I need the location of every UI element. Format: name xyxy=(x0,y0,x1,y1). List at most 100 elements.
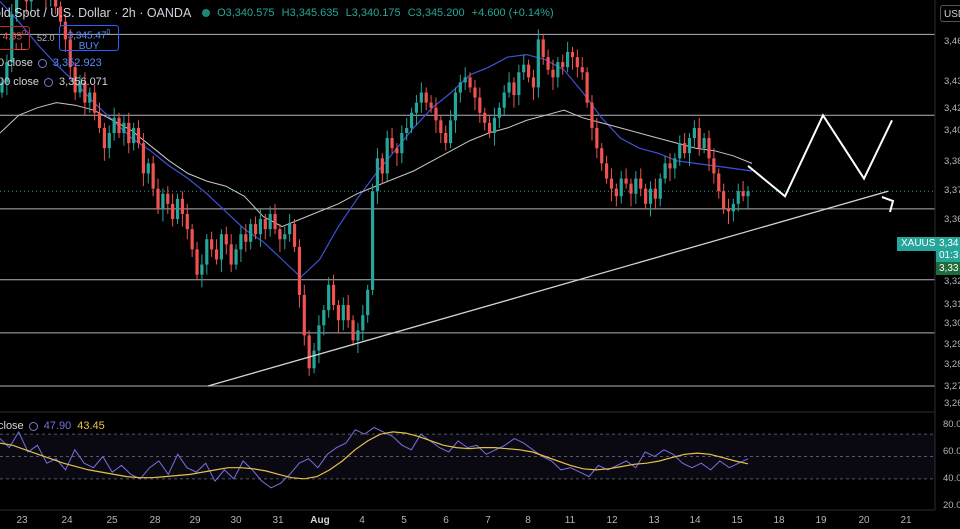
candle-body xyxy=(595,127,599,149)
price-axis-label: 3,42 xyxy=(944,103,960,114)
candle-body xyxy=(687,138,692,154)
candle-body xyxy=(668,163,672,169)
buy-price-sup: 0 xyxy=(106,29,111,36)
currency-button[interactable]: USD xyxy=(940,5,960,22)
time-axis-label: 12 xyxy=(606,515,618,526)
candle-body xyxy=(585,72,589,103)
candle-body xyxy=(141,143,145,174)
sell-button[interactable]: 4.950 LL xyxy=(0,26,30,54)
candle-body xyxy=(570,52,575,58)
candle-body xyxy=(653,188,657,199)
candle-body xyxy=(385,138,389,174)
candle-body xyxy=(644,188,648,204)
candles xyxy=(0,0,750,376)
change-value: +4.600 (+0.14%) xyxy=(471,7,554,19)
sell-price-sup: 0 xyxy=(22,30,26,37)
candle-body xyxy=(526,64,531,78)
candle-body xyxy=(239,234,243,250)
ma-fast-legend[interactable]: 0 close 3,352.923 xyxy=(0,57,102,69)
candle-body xyxy=(336,305,341,321)
candle-body xyxy=(341,305,345,321)
candle-body xyxy=(458,82,462,93)
candle-body xyxy=(444,133,448,144)
settings-icon[interactable] xyxy=(37,58,47,68)
candle-body xyxy=(97,112,102,128)
candle-body xyxy=(190,229,194,250)
last-price: 3,34 xyxy=(939,238,959,249)
candle-body xyxy=(327,284,331,311)
time-axis-label: 28 xyxy=(149,515,161,526)
candle-body xyxy=(93,92,97,113)
candle-body xyxy=(629,183,633,194)
time-axis-label: 24 xyxy=(61,515,73,526)
candle-body xyxy=(429,102,433,108)
buy-button[interactable]: 3,345.470 BUY xyxy=(59,25,119,52)
candle-body xyxy=(614,188,618,197)
candle-body xyxy=(575,57,579,68)
ma-slow-legend[interactable]: 00 close 3,356.071 xyxy=(0,76,108,88)
sell-label: LL xyxy=(14,42,26,54)
candle-body xyxy=(483,112,487,123)
low-value: L3,340.175 xyxy=(345,7,401,19)
candle-body xyxy=(24,0,28,2)
time-axis-label: 7 xyxy=(485,515,491,526)
settings-icon[interactable] xyxy=(28,421,38,431)
candle-body xyxy=(624,178,628,184)
rsi-value: 47.90 xyxy=(43,420,72,432)
candle-body xyxy=(731,203,735,212)
ohlc-readout: O3,340.575 H3,345.635 L3,340.175 C3,345.… xyxy=(202,7,558,19)
candle-body xyxy=(517,72,521,96)
candle-body xyxy=(453,92,458,121)
spread-value: 52.0 xyxy=(37,33,55,43)
candle-body xyxy=(736,191,740,204)
time-axis-label: 13 xyxy=(648,515,660,526)
settings-icon[interactable] xyxy=(43,77,53,87)
candle-body xyxy=(185,213,189,230)
candle-body xyxy=(88,92,92,103)
open-value: O3,340.575 xyxy=(217,7,275,19)
time-axis-label: 29 xyxy=(189,515,201,526)
candle-body xyxy=(580,67,584,73)
candle-body xyxy=(224,234,228,245)
candle-body xyxy=(161,193,165,209)
rsi-label: close xyxy=(0,420,24,432)
price-axis-label: 3,32 xyxy=(944,276,960,287)
candle-body xyxy=(229,244,233,265)
candle-body xyxy=(512,82,516,96)
candle-body xyxy=(492,117,497,133)
rsi-ma-value: 43.45 xyxy=(77,420,105,432)
chart-title: old Spot / U.S. Dollar · 2h · OANDA xyxy=(0,6,192,20)
candle-body xyxy=(522,64,526,73)
candle-body xyxy=(312,350,316,369)
time-axis-label: 31 xyxy=(272,515,284,526)
candle-body xyxy=(658,178,662,199)
candle-body xyxy=(292,224,297,247)
rsi-axis-label: 20.0 xyxy=(943,500,960,511)
rsi-legend[interactable]: close 47.90 43.45 xyxy=(0,420,105,432)
time-axis-label: 30 xyxy=(230,515,242,526)
candle-body xyxy=(302,294,306,336)
candle-body xyxy=(244,234,248,242)
candle-body xyxy=(409,112,414,128)
candle-body xyxy=(171,203,175,220)
candle-body xyxy=(565,52,570,68)
candle-body xyxy=(473,87,477,98)
candle-body xyxy=(746,191,750,197)
rsi-axis-label: 80.0 xyxy=(943,419,960,430)
candle-body xyxy=(463,77,467,83)
candle-body xyxy=(439,120,443,133)
candle-body xyxy=(448,120,453,144)
trendline xyxy=(207,190,889,387)
rsi-band xyxy=(0,434,935,479)
ma-fast-value: 3,352.923 xyxy=(52,57,102,69)
time-axis-label: 18 xyxy=(773,515,785,526)
candle-body xyxy=(419,92,423,103)
candle-body xyxy=(205,239,209,265)
candle-body xyxy=(712,158,716,174)
close-value: C3,345.200 xyxy=(407,7,465,19)
candle-body xyxy=(258,219,263,235)
chart-canvas[interactable]: 3,46 3,43 3,42 3,40 3,38 3,37 3,36 3,34 3,333,32… xyxy=(0,0,960,529)
candle-body xyxy=(307,335,311,369)
price-axis-label: 3,28 xyxy=(944,359,960,370)
candle-body xyxy=(166,193,170,204)
